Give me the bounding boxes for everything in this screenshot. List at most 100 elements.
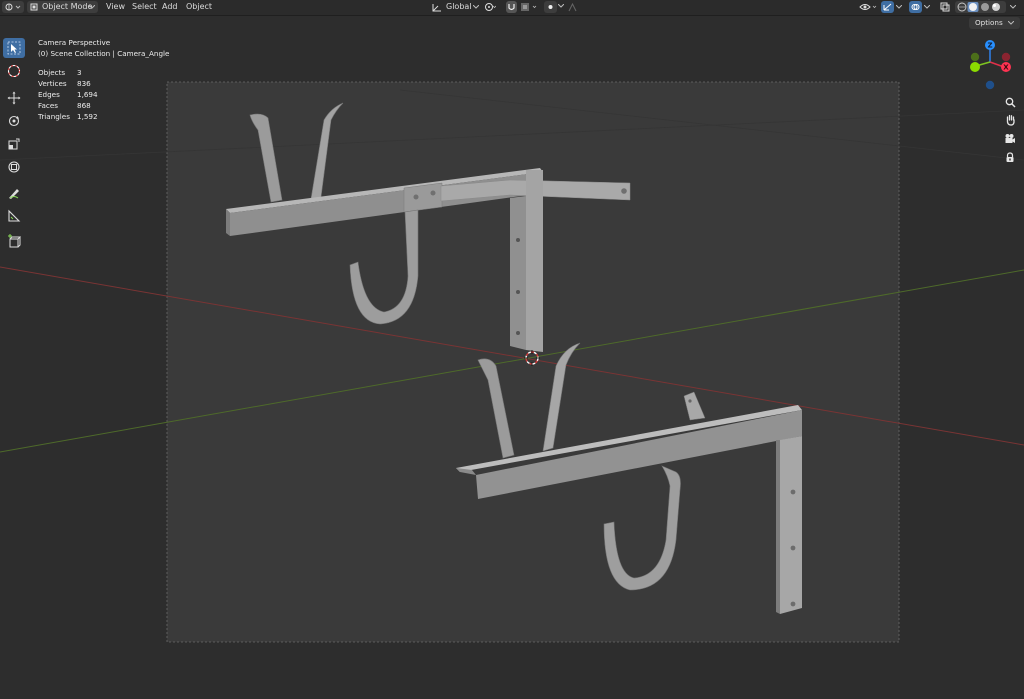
bolt-hole <box>688 399 692 403</box>
tool-scale[interactable] <box>3 134 25 154</box>
z-axis-label: Z <box>987 42 992 50</box>
angle-bar-end <box>226 209 230 236</box>
tool-select-box[interactable] <box>3 38 25 58</box>
move-icon <box>7 91 21 105</box>
mode-label: Object Mode <box>42 2 93 11</box>
transform-orientation-icon <box>432 4 441 12</box>
snap-toggle[interactable] <box>506 1 517 13</box>
neg-y-axis-handle[interactable] <box>970 52 980 62</box>
chevron-down-icon <box>1010 5 1016 9</box>
post-face <box>510 196 526 350</box>
chevron-down-icon <box>924 5 930 9</box>
editor-type-icon <box>5 3 21 11</box>
overlays-icon <box>911 4 920 10</box>
hand-icon <box>1006 114 1015 126</box>
transform-orientation-label: Global <box>446 2 472 11</box>
shading-modes <box>955 1 1006 13</box>
bolt-hole <box>413 194 419 200</box>
cursor-icon <box>7 64 21 78</box>
tool-add-cube[interactable] <box>3 231 25 251</box>
navigation-gizmo[interactable]: Z X <box>970 40 1011 90</box>
mode-dropdown[interactable]: Object Mode <box>27 1 98 13</box>
bolt-hole <box>790 545 796 551</box>
stat-label: Vertices <box>38 79 67 88</box>
scale-icon <box>8 138 20 150</box>
chevron-down-icon <box>1007 20 1015 25</box>
stat-label: Objects <box>38 68 66 77</box>
vertical-leg <box>780 436 802 614</box>
camera-icon <box>1005 133 1015 143</box>
options-button[interactable]: Options <box>968 17 1020 29</box>
pivot-point-icon[interactable] <box>484 2 496 12</box>
view-name: Camera Perspective <box>38 38 111 47</box>
gizmo-icon <box>883 3 892 11</box>
bolt-hole <box>621 188 627 194</box>
scene-canvas[interactable]: Z X <box>0 16 1024 699</box>
tool-rotate[interactable] <box>3 111 25 131</box>
menu-add[interactable]: Add <box>159 1 181 13</box>
shading-mode-icons <box>957 2 1000 12</box>
neg-x-axis-handle[interactable] <box>1001 52 1011 62</box>
bolt-hole <box>790 601 796 607</box>
gizmo-toggle[interactable] <box>881 1 894 13</box>
chevron-down-icon <box>558 4 564 8</box>
tool-measure[interactable] <box>3 206 25 226</box>
x-axis-label: X <box>1003 64 1009 72</box>
stat-label: Faces <box>38 101 58 110</box>
joint-plate <box>403 182 443 213</box>
magnet-icon <box>508 4 515 11</box>
snap-target-icon[interactable] <box>520 2 540 12</box>
xray-toggle-icon[interactable] <box>940 2 950 12</box>
zoom-icon <box>1005 97 1016 108</box>
stat-value: 1,694 <box>77 90 98 99</box>
add-cube-icon <box>8 234 21 248</box>
bolt-hole <box>516 331 520 335</box>
bolt-hole <box>516 238 520 242</box>
menu-object[interactable]: Object <box>183 1 215 13</box>
annotate-icon <box>9 189 19 199</box>
zoom-button[interactable] <box>1002 94 1018 110</box>
stat-value: 1,592 <box>77 112 98 121</box>
falloff-curve-icon <box>568 3 577 12</box>
transform-icon <box>8 161 20 173</box>
post-side <box>526 170 543 352</box>
tool-annotate[interactable] <box>3 183 25 203</box>
camera-view-button[interactable] <box>1002 130 1018 146</box>
viewport-header: Object Mode View Select Add Object Globa… <box>0 0 1024 16</box>
tool-move[interactable] <box>3 88 25 108</box>
select-box-icon <box>7 41 21 55</box>
menu-select[interactable]: Select <box>129 1 160 13</box>
bolt-hole <box>430 190 436 196</box>
y-axis-handle[interactable] <box>970 62 980 72</box>
lock-camera-button[interactable] <box>1002 149 1018 165</box>
tool-transform[interactable] <box>3 157 25 177</box>
vertical-leg-edge <box>776 440 780 614</box>
chevron-down-icon <box>896 5 902 9</box>
bolt-hole <box>516 290 520 294</box>
3d-viewport[interactable]: Z X Options Camera Perspective (0) Scene… <box>0 16 1024 699</box>
chevron-down-icon <box>89 5 95 9</box>
tool-cursor[interactable] <box>3 61 25 81</box>
proportional-editing-toggle[interactable] <box>544 1 557 13</box>
stat-value: 868 <box>77 101 91 110</box>
object-mode-icon <box>30 3 38 11</box>
menu-view[interactable]: View <box>103 1 128 13</box>
visibility-selectability-icon[interactable] <box>859 2 879 13</box>
stat-label: Edges <box>38 90 60 99</box>
proportional-editing-icon <box>548 5 553 9</box>
editor-type-button[interactable] <box>2 1 24 13</box>
stat-label: Triangles <box>38 112 70 121</box>
chevron-down-icon <box>473 5 479 9</box>
pan-button[interactable] <box>1002 112 1018 128</box>
lock-icon <box>1006 151 1014 162</box>
overlays-toggle[interactable] <box>909 1 922 13</box>
transform-orientation-dropdown[interactable]: Global <box>443 1 475 13</box>
stat-value: 836 <box>77 79 91 88</box>
stat-value: 3 <box>77 68 82 77</box>
measure-icon <box>8 209 21 222</box>
options-label: Options <box>974 18 1003 27</box>
neg-z-axis-handle[interactable] <box>985 80 995 90</box>
bolt-hole <box>790 489 796 495</box>
rotate-icon <box>8 115 20 127</box>
collection-name: (0) Scene Collection | Camera_Angle <box>38 49 170 58</box>
